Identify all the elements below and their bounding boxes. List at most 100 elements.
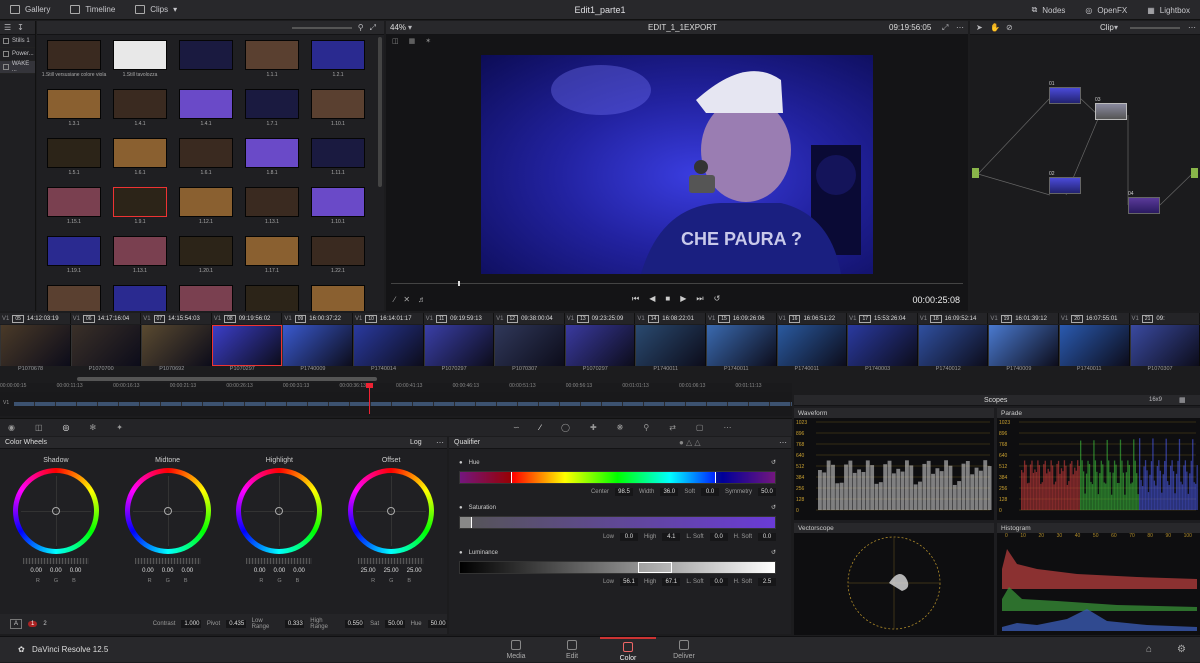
camera-raw-icon[interactable]: ◉ [8, 423, 15, 432]
clip-thumbnail[interactable] [635, 325, 706, 366]
clip-header[interactable]: V11016:14:01:17 [353, 313, 424, 324]
still-item[interactable]: 1.17.1 [239, 234, 305, 283]
still-item[interactable]: 1.4.1 [107, 87, 173, 136]
still-item[interactable]: 1.13.1 [107, 234, 173, 283]
page-media[interactable]: Media [488, 637, 544, 663]
node-01[interactable]: 01 [1049, 81, 1081, 104]
window-icon[interactable]: ◯ [561, 423, 570, 432]
sizing-icon[interactable]: ⇄ [669, 423, 676, 432]
clip-header[interactable]: V10614:17:16:04 [71, 313, 142, 324]
fullscreen-icon[interactable]: ⤢ [942, 23, 948, 33]
pivot-value[interactable]: 0.435 [226, 620, 245, 628]
clip-header[interactable]: V11109:19:59:13 [424, 313, 495, 324]
pointer-icon[interactable]: ➤ [976, 23, 983, 32]
still-item[interactable]: 1.19.1 [41, 234, 107, 283]
still-item[interactable]: 1.Still tavolozza [107, 38, 173, 87]
wheel-control[interactable] [13, 468, 99, 554]
clips-button[interactable]: Clips▾ [125, 0, 187, 20]
timeline-scrollbar[interactable] [77, 377, 377, 381]
auto-balance-button[interactable]: A [10, 619, 22, 629]
still-item[interactable] [173, 38, 239, 87]
sidebar-item-stills[interactable]: Stills 1 [0, 35, 35, 48]
grid-icon[interactable]: ▦ [409, 37, 416, 45]
clip-thumbnail[interactable] [918, 325, 989, 366]
more-icon[interactable]: ⋯ [1188, 23, 1196, 32]
loop-icon[interactable]: ↺ [714, 294, 721, 304]
page-color[interactable]: Color [600, 637, 656, 663]
hue-symmetry[interactable]: 50.0 [758, 488, 776, 496]
still-item[interactable]: 1.3.1 [41, 87, 107, 136]
clip-thumbnail[interactable] [847, 325, 918, 366]
node-mode[interactable]: Clip [1100, 23, 1114, 32]
lum-high[interactable]: 67.1 [662, 578, 680, 586]
blur-icon[interactable]: ❋ [617, 423, 624, 432]
picker-icon[interactable]: ∕ [394, 295, 395, 304]
page-2-button[interactable]: 2 [43, 621, 46, 627]
lum-low[interactable]: 56.1 [620, 578, 638, 586]
node-zoom-slider[interactable] [1130, 27, 1180, 29]
clip-thumbnail[interactable] [212, 325, 283, 366]
clip-header[interactable]: V11416:08:22:01 [635, 313, 706, 324]
curves-icon[interactable]: ∽ [513, 423, 520, 432]
clip-thumbnail[interactable] [988, 325, 1059, 366]
still-item[interactable]: 1.8.1 [239, 136, 305, 185]
stop-icon[interactable]: ■ [665, 294, 670, 304]
wheel-control[interactable] [236, 468, 322, 554]
still-item[interactable]: 1.Still versusiane colore viola [41, 38, 107, 87]
still-item[interactable] [41, 283, 107, 311]
color-match-icon[interactable]: ◫ [35, 423, 43, 432]
sat-low[interactable]: 0.0 [620, 533, 638, 541]
more-icon[interactable]: ⋯ [779, 438, 787, 447]
still-item[interactable]: 1.6.1 [173, 136, 239, 185]
still-item[interactable]: 1.10.1 [305, 185, 371, 234]
wheel-center-handle[interactable] [275, 507, 283, 515]
settings-icon[interactable]: ✶ [425, 37, 431, 45]
hue-value[interactable]: 50.00 [428, 620, 447, 628]
clip-thumbnail[interactable] [494, 325, 565, 366]
expand-icon[interactable]: ⤢ [370, 23, 376, 33]
clip-thumbnail[interactable] [353, 325, 424, 366]
clip-thumbnail[interactable] [1059, 325, 1130, 366]
wheel-center-handle[interactable] [164, 507, 172, 515]
clip-thumbnail[interactable] [71, 325, 142, 366]
high-range-value[interactable]: 0.550 [345, 620, 364, 628]
sidebar-item-wake[interactable]: WAKE ... [0, 61, 35, 74]
clip-header[interactable]: V12016:07:55:01 [1059, 313, 1130, 324]
mini-playhead[interactable] [369, 384, 370, 414]
rgb-mixer-icon[interactable]: ✻ [90, 423, 97, 432]
still-item[interactable]: 1.9.1 [107, 185, 173, 234]
contrast-value[interactable]: 1.000 [181, 620, 200, 628]
sat-high[interactable]: 4.1 [662, 533, 680, 541]
last-frame-icon[interactable]: ⏭ [696, 294, 703, 304]
clip-thumbnail[interactable] [1130, 325, 1200, 366]
clip-header[interactable]: V10916:00:37:22 [282, 313, 353, 324]
track-v1-clips[interactable] [14, 402, 792, 406]
node-04[interactable]: 04 [1128, 191, 1160, 214]
nodes-button[interactable]: ⧉Nodes [1022, 0, 1076, 20]
timeline-name[interactable]: EDIT_1_1EXPORT [648, 23, 717, 32]
wheel-center-handle[interactable] [52, 507, 60, 515]
motion-effects-icon[interactable]: ✦ [116, 423, 123, 432]
openfx-button[interactable]: ◎OpenFX [1075, 0, 1137, 20]
still-item[interactable]: 1.13.1 [239, 185, 305, 234]
lum-hsoft[interactable]: 2.5 [758, 578, 776, 586]
still-item[interactable] [173, 283, 239, 311]
clip-header[interactable]: V10514:12:03:19 [0, 313, 71, 324]
still-item[interactable] [239, 283, 305, 311]
clip-header[interactable]: V11816:09:52:14 [918, 313, 989, 324]
saturation-range-bar[interactable] [459, 516, 776, 529]
clip-thumbnail[interactable] [424, 325, 495, 366]
clip-header[interactable]: V11516:09:26:06 [706, 313, 777, 324]
still-item[interactable]: 1.4.1 [173, 87, 239, 136]
disable-icon[interactable]: ⊘ [1006, 23, 1013, 32]
still-item[interactable]: 1.20.1 [173, 234, 239, 283]
reset-icon[interactable]: ↺ [771, 459, 776, 466]
node-02[interactable]: 02 [1049, 171, 1081, 194]
wheel-center-handle[interactable] [387, 507, 395, 515]
more-icon[interactable]: ⋯ [436, 438, 444, 447]
qualifier-icon[interactable]: ∕ [540, 423, 541, 432]
wheels-mode[interactable]: Log [410, 439, 422, 446]
playhead[interactable] [458, 281, 460, 286]
clip-header[interactable]: V11916:01:39:12 [988, 313, 1059, 324]
wheel-control[interactable] [125, 468, 211, 554]
